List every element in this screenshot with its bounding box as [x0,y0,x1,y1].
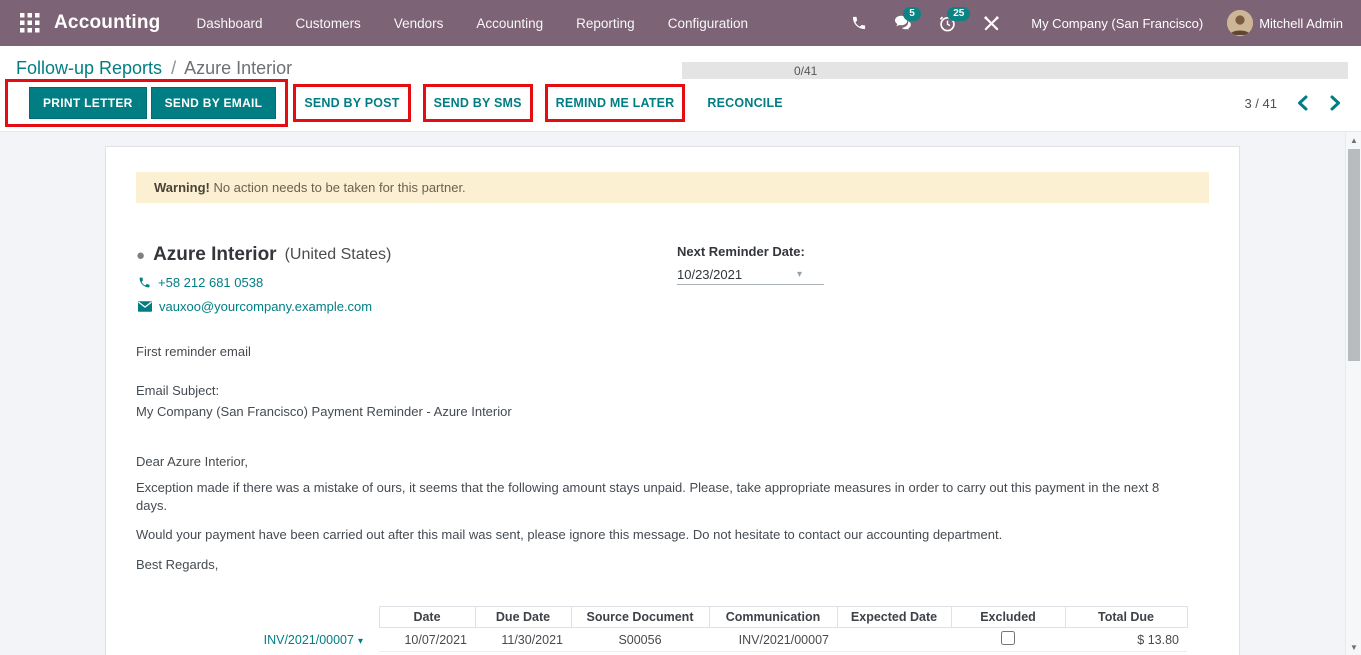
systray: 5 25 My Company (San Francisco) [849,10,1347,36]
highlight-box-print-email: PRINT LETTER SEND BY EMAIL [5,79,288,127]
email-body-paragraph-2: Would your payment have been carried out… [136,526,1209,544]
main-menu: Dashboard Customers Vendors Accounting R… [197,16,749,31]
send-by-post-button[interactable]: SEND BY POST [298,90,405,116]
menu-dashboard[interactable]: Dashboard [197,16,263,31]
col-header-date: Date [379,607,475,628]
progress-label: 0/41 [794,64,817,78]
col-header-expected-date: Expected Date [837,607,951,628]
vertical-scrollbar[interactable]: ▲ ▼ [1345,132,1361,655]
control-panel: Follow-up Reports / Azure Interior 0/41 … [0,46,1361,132]
pager: 3 / 41 [1244,95,1347,111]
excluded-checkbox[interactable] [1001,631,1015,645]
main-content: Warning! No action needs to be taken for… [0,132,1361,655]
top-navbar: Accounting Dashboard Customers Vendors A… [0,0,1361,46]
partner-section: ● Azure Interior (United States) +58 212… [136,244,1209,314]
activities-icon[interactable]: 25 [937,14,957,32]
table-header-row: Date Due Date Source Document Communicat… [136,607,1187,628]
warning-banner: Warning! No action needs to be taken for… [136,172,1209,203]
phone-icon [138,276,151,289]
col-header-source-document: Source Document [571,607,709,628]
partner-email-link[interactable]: vauxoo@yourcompany.example.com [138,299,391,314]
menu-vendors[interactable]: Vendors [394,16,444,31]
email-body-paragraph-1: Exception made if there was a mistake of… [136,479,1184,514]
followup-report-sheet: Warning! No action needs to be taken for… [105,146,1240,655]
avatar [1227,10,1253,36]
email-subject-label: Email Subject: [136,382,1209,400]
reconcile-button[interactable]: RECONCILE [701,90,788,116]
scroll-down-icon[interactable]: ▼ [1346,643,1361,652]
cell-due-date: 11/30/2021 [475,628,571,652]
highlight-box-remind-later: REMIND ME LATER [545,84,686,122]
breadcrumb-current: Azure Interior [184,58,292,78]
partner-name: Azure Interior [153,244,277,266]
next-reminder-date-field[interactable]: ▾ [677,267,824,285]
user-name: Mitchell Admin [1259,16,1343,31]
app-title[interactable]: Accounting [54,12,161,34]
messages-count-badge: 5 [903,7,921,21]
scrollbar-thumb[interactable] [1348,149,1360,361]
menu-accounting[interactable]: Accounting [476,16,543,31]
warning-title: Warning! [154,180,210,195]
partner-info: ● Azure Interior (United States) +58 212… [136,244,391,314]
highlight-box-send-sms: SEND BY SMS [423,84,533,122]
invoice-ref-link[interactable]: INV/2021/00007▾ [264,633,363,647]
pager-next-icon[interactable] [1330,95,1341,111]
next-reminder-block: Next Reminder Date: ▾ [677,244,1017,314]
messages-icon[interactable]: 5 [893,14,913,32]
user-menu[interactable]: Mitchell Admin [1227,10,1343,36]
next-reminder-date-input[interactable] [677,267,797,282]
partner-email[interactable]: vauxoo@yourcompany.example.com [159,299,372,314]
email-greeting: Dear Azure Interior, [136,453,1209,471]
partner-country: (United States) [285,246,392,264]
cell-expected-date[interactable] [837,628,951,652]
col-header-communication: Communication [709,607,837,628]
date-dropdown-caret-icon[interactable]: ▾ [797,269,802,280]
envelope-icon [138,301,152,312]
pager-previous-icon[interactable] [1297,95,1308,111]
pager-value: 3 / 41 [1244,96,1277,111]
email-closing: Best Regards, [136,556,1209,574]
table-row: INV/2021/00007▾ 10/07/2021 11/30/2021 S0… [136,628,1187,652]
apps-grid-icon[interactable] [20,13,40,33]
actions-row: PRINT LETTER SEND BY EMAIL SEND BY POST … [0,81,1361,131]
print-letter-button[interactable]: PRINT LETTER [29,87,147,119]
scroll-up-icon[interactable]: ▲ [1346,136,1361,145]
breadcrumb-parent[interactable]: Follow-up Reports [16,58,162,78]
send-by-email-button[interactable]: SEND BY EMAIL [151,87,277,119]
activities-count-badge: 25 [947,7,970,21]
partner-status-dot-icon: ● [136,248,145,263]
email-subject: My Company (San Francisco) Payment Remin… [136,403,1209,421]
col-header-excluded: Excluded [951,607,1065,628]
col-header-total-due: Total Due [1065,607,1187,628]
partner-phone-link[interactable]: +58 212 681 0538 [138,275,391,290]
menu-reporting[interactable]: Reporting [576,16,635,31]
company-switcher[interactable]: My Company (San Francisco) [1031,16,1203,31]
send-by-sms-button[interactable]: SEND BY SMS [428,90,528,116]
breadcrumb-separator: / [167,58,180,78]
invoice-lines-table: Date Due Date Source Document Communicat… [136,606,1188,655]
ref-caret-icon[interactable]: ▾ [358,636,363,647]
phone-systray-icon[interactable] [849,14,869,32]
cell-communication: INV/2021/00007 [709,628,837,652]
menu-configuration[interactable]: Configuration [668,16,748,31]
menu-customers[interactable]: Customers [296,16,361,31]
remind-me-later-button[interactable]: REMIND ME LATER [550,90,681,116]
cell-source-document: S00056 [571,628,709,652]
col-header-due-date: Due Date [475,607,571,628]
cell-total-due: $ 13.80 [1065,628,1187,652]
cell-date: 10/07/2021 [379,628,475,652]
highlight-box-send-post: SEND BY POST [293,84,410,122]
warning-message: No action needs to be taken for this par… [210,180,466,195]
followup-level: First reminder email [136,343,1209,361]
debug-tools-icon[interactable] [981,14,1001,32]
partner-phone[interactable]: +58 212 681 0538 [158,275,263,290]
next-reminder-label: Next Reminder Date: [677,244,1017,259]
followup-progress-bar: 0/41 [682,62,1348,79]
